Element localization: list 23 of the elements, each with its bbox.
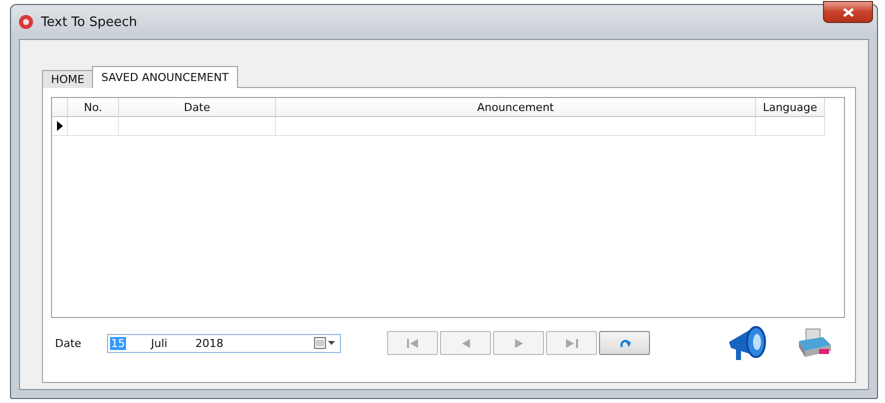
window-title: Text To Speech <box>41 14 138 30</box>
date-label: Date <box>55 336 82 350</box>
tab[interactable]: SAVED ANOUNCEMENT <box>92 66 238 88</box>
close-button[interactable] <box>823 1 873 23</box>
column-header: No. <box>68 98 119 117</box>
app-icon <box>19 15 33 29</box>
refresh-icon <box>618 338 630 348</box>
column-header: Date <box>119 98 276 117</box>
column-header: Anouncement <box>276 98 756 117</box>
first-icon <box>406 338 418 348</box>
last-icon <box>566 338 578 348</box>
printer-icon[interactable] <box>797 327 833 359</box>
next-icon <box>514 338 522 348</box>
date-field[interactable]: 15 Juli 2018 <box>107 334 341 352</box>
tab[interactable]: HOME <box>42 70 94 88</box>
calendar-dropdown-icon[interactable] <box>314 337 336 349</box>
previous-icon <box>462 338 470 348</box>
table-cell <box>756 117 825 136</box>
column-header: Language <box>756 98 825 117</box>
refresh-button[interactable] <box>599 331 650 355</box>
current-row-icon <box>56 121 62 131</box>
megaphone-icon[interactable] <box>727 324 769 362</box>
close-icon <box>842 8 854 16</box>
